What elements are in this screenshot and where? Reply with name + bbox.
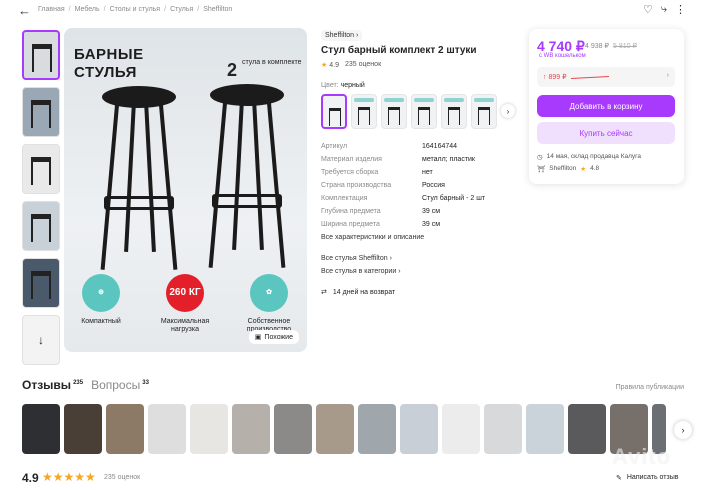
return-icon: ⇄ (321, 289, 327, 296)
tab-questions[interactable]: Вопросы 33 (91, 378, 149, 392)
price-history[interactable]: ↑ 899 ₽ › (537, 67, 675, 87)
share-icon[interactable]: ⤷ (661, 3, 667, 16)
similar-icon: ▣ (254, 334, 262, 341)
review-photo[interactable] (274, 404, 312, 454)
breadcrumb: Главная / Мебель / Столы и стулья / Стулья /… (38, 6, 233, 13)
review-photo[interactable] (568, 404, 606, 454)
feature-production: ✿ Собственное производство (234, 274, 304, 334)
review-photo[interactable] (316, 404, 354, 454)
brand-chairs-link[interactable]: Все стулья Sheffilton › (321, 255, 392, 262)
avito-watermark: Avito (612, 444, 672, 469)
buy-now-button[interactable]: Купить сейчас (537, 122, 675, 144)
review-photo[interactable] (148, 404, 186, 454)
wallet-note[interactable]: с WB кошельком (539, 53, 586, 59)
delivery-info: ◷ 14 мая, склад продавца Калуга (537, 153, 641, 161)
spec-row: Комплектация Стул барный - 2 шт (321, 195, 486, 202)
spec-row: Требуется сборка нет (321, 169, 433, 176)
variant-option[interactable] (411, 94, 437, 129)
rating-score: 4.9 (22, 471, 39, 485)
thumbnail[interactable] (22, 258, 60, 308)
star-icon: ★ (321, 62, 328, 69)
review-photo[interactable] (64, 404, 102, 454)
rating-stars: ★★★★★ (42, 470, 96, 484)
breadcrumb-item[interactable]: Стулья (170, 6, 193, 13)
reviews-tabs: Отзывы 235 Вопросы 33 (22, 378, 149, 392)
review-photo[interactable] (442, 404, 480, 454)
buy-box: 4 740 ₽ 4 938 ₽ 5 810 ₽ с WB кошельком ↑… (529, 29, 684, 184)
hero-count-text: стула в комплекте (242, 59, 302, 66)
variant-option[interactable] (441, 94, 467, 129)
shop-icon: ⛩ (537, 166, 546, 173)
color-variants: › (321, 94, 515, 129)
chevron-right-icon[interactable]: › (501, 104, 515, 118)
feature-max-load: 260 КГ Максимальная нагрузка (150, 274, 220, 334)
variant-option[interactable] (381, 94, 407, 129)
hero-count: 2 (227, 60, 238, 80)
price-history-sparkline (570, 76, 610, 79)
thumbnail[interactable] (22, 87, 60, 137)
publication-rules-link[interactable]: Правила публикации (616, 384, 684, 391)
more-icon[interactable]: ⋮ (675, 3, 686, 16)
review-photos (22, 404, 666, 454)
chevron-down-icon[interactable]: ↓ (22, 315, 60, 365)
spec-row: Ширина предмета 39 см (321, 221, 441, 228)
specs-table: Артикул 164164744 Материал изделия металл;… (321, 143, 521, 234)
star-icon: ★ (580, 166, 587, 173)
price-without-wallet: 4 938 ₽ (585, 43, 609, 50)
review-photo[interactable] (484, 404, 522, 454)
returns-info: ⇄ 14 дней на возврат (321, 288, 396, 297)
spec-row: Глубина предмета 39 см (321, 208, 441, 215)
seller-info[interactable]: ⛩ Sheffilton ★ 4.8 (537, 165, 599, 173)
compact-icon: ⊕ (82, 274, 120, 312)
rating-count: 235 оценок (104, 474, 141, 481)
edit-icon: ✎ (616, 475, 622, 482)
feature-compact: ⊕ Компактный (66, 274, 136, 326)
load-badge: 260 КГ (166, 274, 204, 312)
review-photo[interactable] (106, 404, 144, 454)
tab-reviews[interactable]: Отзывы 235 (22, 378, 83, 392)
arrow-left-icon[interactable]: ← (18, 3, 31, 18)
breadcrumb-item[interactable]: Мебель (75, 6, 100, 13)
spec-row: Материал изделия металл; пластик (321, 156, 475, 163)
stool-illustration (204, 84, 294, 274)
thumbnail[interactable] (22, 30, 60, 80)
top-bar: ← Главная / Мебель / Столы и стулья / Стуль… (0, 0, 720, 24)
category-link[interactable]: Все стулья в категории › (321, 268, 401, 275)
variant-option[interactable] (321, 94, 347, 129)
clock-icon: ◷ (537, 154, 543, 161)
review-photo[interactable] (526, 404, 564, 454)
variant-option[interactable] (351, 94, 377, 129)
ratings-count[interactable]: 235 оценок (345, 61, 381, 69)
breadcrumb-item[interactable]: Главная (38, 6, 65, 13)
brand-link[interactable]: Sheffilton › (321, 30, 363, 41)
thumbnail-strip: ↓ (22, 30, 60, 372)
add-to-cart-button[interactable]: Добавить в корзину (537, 95, 675, 117)
review-photo[interactable] (400, 404, 438, 454)
old-price: 5 810 ₽ (613, 43, 637, 50)
breadcrumb-item[interactable]: Столы и стулья (110, 6, 161, 13)
chevron-right-icon: › (666, 72, 669, 79)
variant-option[interactable] (471, 94, 497, 129)
thumbnail[interactable] (22, 144, 60, 194)
stool-illustration (94, 86, 184, 276)
similar-button[interactable]: ▣ Похожие (248, 330, 299, 344)
breadcrumb-item[interactable]: Sheffilton (203, 6, 232, 13)
write-review-button[interactable]: ✎ Написать отзыв (616, 474, 678, 482)
all-specs-link[interactable]: Все характеристики и описание (321, 234, 424, 241)
thumbnail[interactable] (22, 201, 60, 251)
hands-icon: ✿ (250, 274, 288, 312)
color-label: Цвет: черный (321, 82, 365, 89)
review-photo[interactable] (232, 404, 270, 454)
product-rating[interactable]: ★ 4.9 235 оценок (321, 61, 381, 69)
review-photo[interactable] (190, 404, 228, 454)
review-photo[interactable] (358, 404, 396, 454)
hero-title: БАРНЫЕ СТУЛЬЯ (74, 46, 144, 81)
review-photo[interactable] (22, 404, 60, 454)
spec-row: Страна производства Россия (321, 182, 445, 189)
spec-row: Артикул 164164744 (321, 143, 458, 150)
main-product-image[interactable]: БАРНЫЕ СТУЛЬЯ 2 стула в комплекте ⊕ Комп… (64, 28, 307, 352)
product-title: Стул барный комплект 2 штуки (321, 45, 477, 56)
heart-icon[interactable]: ♡ (643, 3, 653, 16)
chevron-right-icon[interactable]: › (674, 421, 692, 439)
